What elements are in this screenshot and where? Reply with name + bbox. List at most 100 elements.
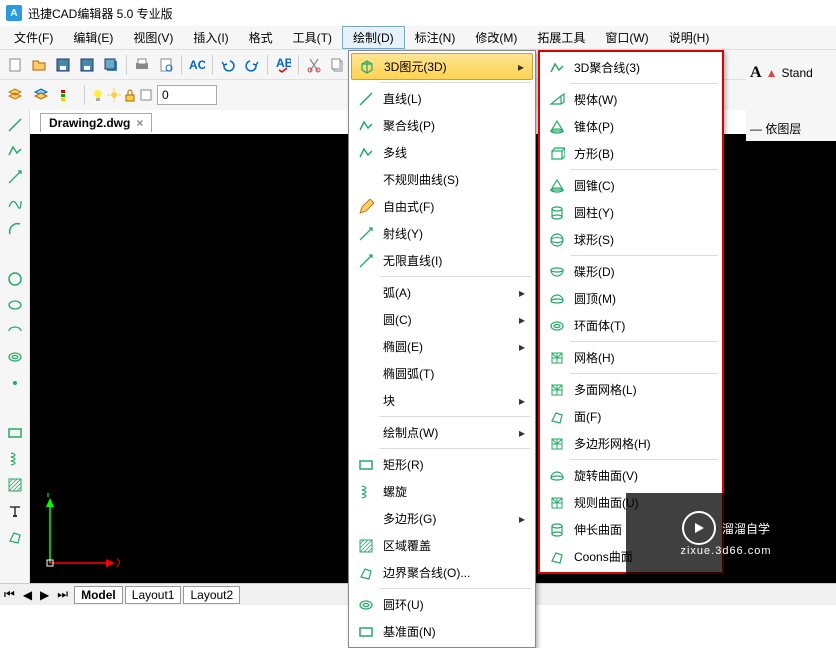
menuitem-C[interactable]: 圆锥(C) xyxy=(542,172,720,199)
menuitem-N[interactable]: 基准面(N) xyxy=(351,618,533,645)
arc-tool-icon[interactable] xyxy=(4,218,26,240)
menuitem-[interactable]: 螺旋 xyxy=(351,478,533,505)
menu-6[interactable]: 绘制(D) xyxy=(342,26,405,49)
menuitem-B[interactable]: 方形(B) xyxy=(542,140,720,167)
coons-icon xyxy=(546,546,568,568)
tabs-next-icon[interactable]: ▶ xyxy=(36,588,53,602)
menuitem-S[interactable]: 不规则曲线(S) xyxy=(351,166,533,193)
print-icon[interactable] xyxy=(131,54,153,76)
menuitem-I[interactable]: 无限直线(I) xyxy=(351,247,533,274)
menuitem-W[interactable]: 楔体(W) xyxy=(542,86,720,113)
menuitem-M[interactable]: 圆顶(M) xyxy=(542,285,720,312)
save-all-icon[interactable] xyxy=(100,54,122,76)
menuitem-P[interactable]: 聚合线(P) xyxy=(351,112,533,139)
menu-9[interactable]: 拓展工具 xyxy=(527,26,595,49)
menuitem-T[interactable]: 椭圆弧(T) xyxy=(351,360,533,387)
menu-8[interactable]: 修改(M) xyxy=(465,26,527,49)
cut-icon[interactable] xyxy=(303,54,325,76)
menuitem-E[interactable]: 椭圆(E)▸ xyxy=(351,333,533,360)
xline-tool-icon[interactable] xyxy=(4,166,26,188)
menuitem-A[interactable]: 弧(A)▸ xyxy=(351,279,533,306)
layout-tab-layout1[interactable]: Layout1 xyxy=(125,586,182,604)
region-tool-icon[interactable] xyxy=(4,526,26,548)
layer-states-icon[interactable] xyxy=(30,84,52,106)
polyline-tool-icon[interactable] xyxy=(4,140,26,162)
tabs-prev-icon[interactable]: ◀ xyxy=(19,588,36,602)
menuitem-C[interactable]: 圆(C)▸ xyxy=(351,306,533,333)
save-as-icon[interactable] xyxy=(76,54,98,76)
menu-0[interactable]: 文件(F) xyxy=(4,26,63,49)
line-tool-icon[interactable] xyxy=(4,114,26,136)
menuitem-label: 球形(S) xyxy=(574,231,712,248)
copy-icon[interactable] xyxy=(327,54,349,76)
menuitem-O[interactable]: 边界聚合线(O)... xyxy=(351,559,533,586)
menuitem-Y[interactable]: 圆柱(Y) xyxy=(542,199,720,226)
circle-tool-icon[interactable] xyxy=(4,268,26,290)
print-preview-icon[interactable] xyxy=(155,54,177,76)
menuitem-[interactable]: 区域覆盖 xyxy=(351,532,533,559)
menuitem-H[interactable]: 多边形网格(H) xyxy=(542,430,720,457)
menuitem-L[interactable]: 多面网格(L) xyxy=(542,376,720,403)
menuitem-Y[interactable]: 射线(Y) xyxy=(351,220,533,247)
layer-list-icon[interactable] xyxy=(56,84,78,106)
layer-manager-icon[interactable] xyxy=(4,84,26,106)
menuitem-label: 面(F) xyxy=(574,408,712,425)
ellipse-arc-tool-icon[interactable] xyxy=(4,320,26,342)
menuitem-[interactable]: 多线 xyxy=(351,139,533,166)
doc-tab[interactable]: Drawing2.dwg × xyxy=(40,113,152,132)
menuitem-F[interactable]: 面(F) xyxy=(542,403,720,430)
menuitem-W[interactable]: 绘制点(W)▸ xyxy=(351,419,533,446)
menu-1[interactable]: 编辑(E) xyxy=(63,26,123,49)
donut-tool-icon[interactable] xyxy=(4,346,26,368)
menuitem-G[interactable]: 多边形(G)▸ xyxy=(351,505,533,532)
rectangle-tool-icon[interactable] xyxy=(4,422,26,444)
menuitem-V[interactable]: 旋转曲面(V) xyxy=(542,462,720,489)
menu-5[interactable]: 工具(T) xyxy=(283,26,342,49)
menu-3[interactable]: 插入(I) xyxy=(183,26,238,49)
layout-tab-layout2[interactable]: Layout2 xyxy=(183,586,240,604)
menuitem-D[interactable]: 碟形(D) xyxy=(542,258,720,285)
menuitem-T[interactable]: 环面体(T) xyxy=(542,312,720,339)
spline-tool-icon[interactable] xyxy=(4,192,26,214)
menu-10[interactable]: 窗口(W) xyxy=(595,26,658,49)
style-label: Stand xyxy=(781,66,812,80)
layer-name-dropdown[interactable]: 0 xyxy=(157,85,217,105)
hatch-tool-icon[interactable] xyxy=(4,474,26,496)
redo-icon[interactable] xyxy=(241,54,263,76)
menuitem-H[interactable]: 网格(H) xyxy=(542,344,720,371)
watermark-overlay: 溜溜自学 zixue.3d66.com xyxy=(626,493,826,575)
box-icon xyxy=(546,143,568,165)
menu-2[interactable]: 视图(V) xyxy=(123,26,183,49)
menu-4[interactable]: 格式 xyxy=(239,26,283,49)
find-icon[interactable]: ACIS xyxy=(186,54,208,76)
save-icon[interactable] xyxy=(52,54,74,76)
menuitem-R[interactable]: 矩形(R) xyxy=(351,451,533,478)
menuitem-[interactable]: 块▸ xyxy=(351,387,533,414)
open-file-icon[interactable] xyxy=(28,54,50,76)
svg-text:Y: Y xyxy=(44,493,52,500)
menuitem-P[interactable]: 锥体(P) xyxy=(542,113,720,140)
new-file-icon[interactable] xyxy=(4,54,26,76)
menuitem-3D3[interactable]: 3D聚合线(3) xyxy=(542,54,720,81)
menuitem-label: 碟形(D) xyxy=(574,263,712,280)
point-tool-icon[interactable] xyxy=(4,372,26,394)
menu-7[interactable]: 标注(N) xyxy=(405,26,466,49)
menu-11[interactable]: 说明(H) xyxy=(659,26,720,49)
text-tool-icon[interactable] xyxy=(4,500,26,522)
helix-tool-icon[interactable] xyxy=(4,448,26,470)
menuitem-S[interactable]: 球形(S) xyxy=(542,226,720,253)
ellipse-tool-icon[interactable] xyxy=(4,294,26,316)
layer-properties[interactable] xyxy=(91,88,153,102)
menuitem-F[interactable]: 自由式(F) xyxy=(351,193,533,220)
menuitem-3D3D[interactable]: 3D图元(3D)▸ xyxy=(351,53,533,80)
menuitem-label: 多边形(G) xyxy=(383,510,513,527)
menuitem-label: 锥体(P) xyxy=(574,118,712,135)
tabs-last-icon[interactable]: ⏭ xyxy=(53,587,72,602)
tabs-first-icon[interactable]: ⏮ xyxy=(0,587,19,602)
close-tab-icon[interactable]: × xyxy=(136,116,143,130)
layout-tab-model[interactable]: Model xyxy=(74,586,123,604)
free-icon xyxy=(355,196,377,218)
spellcheck-icon[interactable]: ABC xyxy=(272,54,294,76)
undo-icon[interactable] xyxy=(217,54,239,76)
menuitem-L[interactable]: 直线(L) xyxy=(351,85,533,112)
